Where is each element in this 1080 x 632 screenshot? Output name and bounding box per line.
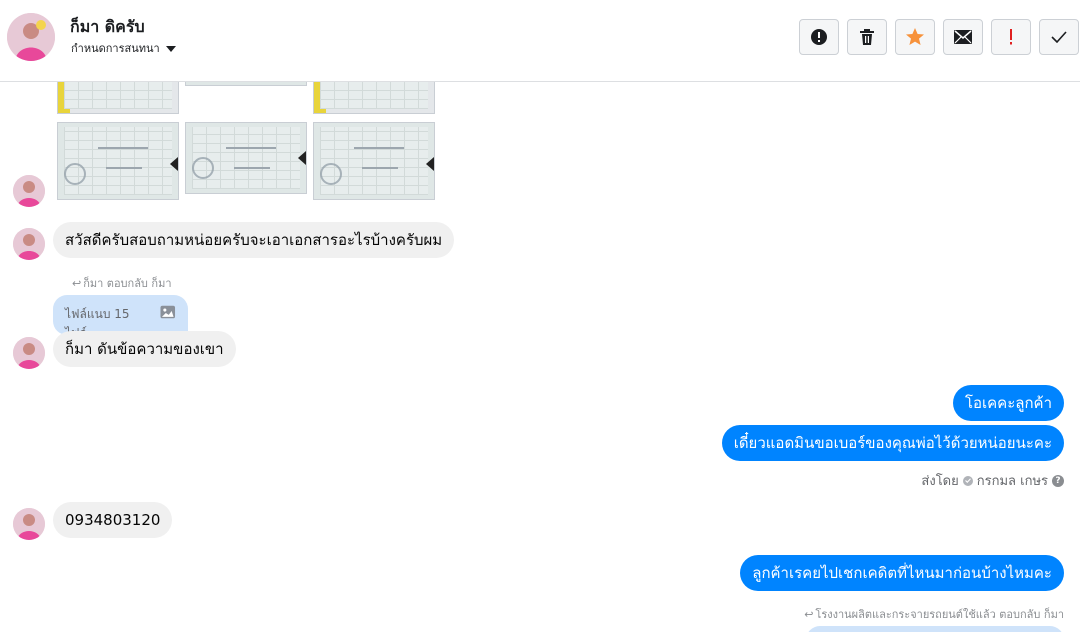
photo-attachment[interactable] [185, 82, 307, 86]
verified-icon [962, 475, 973, 486]
image-icon [160, 305, 176, 319]
reply-note: ↩ โรงงานผลิตและกระจายรถยนต์ใช้แล้ว ตอบกล… [804, 607, 1064, 622]
reply-icon: ↩ [804, 607, 814, 621]
outgoing-message[interactable]: โอเคคะลูกค้า [952, 385, 1064, 421]
header-toolbar [799, 19, 1079, 55]
sender-agent-name[interactable]: กรกมล เกษร [977, 470, 1048, 491]
sender-avatar [13, 508, 45, 540]
help-icon[interactable]: ? [1052, 474, 1064, 487]
incoming-message[interactable]: ก็มา ดันข้อความของเขา [53, 331, 236, 367]
photo-attachment[interactable] [57, 122, 179, 200]
trash-icon [860, 29, 874, 45]
reply-icon: ↩ [72, 276, 82, 290]
photo-attachment[interactable] [57, 82, 179, 114]
alert-circle-icon [811, 29, 827, 45]
photo-attachment[interactable] [313, 82, 435, 114]
sent-by-label: ส่งโดย กรกมล เกษร ? [921, 470, 1064, 491]
contact-avatar[interactable] [7, 13, 55, 61]
conversation-header: ก็มา ดิครับ กำหนดการสนทนา [0, 0, 1080, 82]
star-button[interactable] [895, 19, 935, 55]
assign-conversation-dropdown[interactable]: กำหนดการสนทนา [71, 39, 176, 57]
check-icon [1051, 31, 1067, 43]
sender-avatar [13, 337, 45, 369]
mark-unread-button[interactable] [943, 19, 983, 55]
contact-name: ก็มา ดิครับ [70, 17, 145, 36]
incoming-message[interactable]: สวัสดีครับสอบถามหน่อยครับจะเอาเอกสารอะไร… [53, 222, 455, 258]
incoming-message[interactable]: 0934803120 [53, 502, 173, 538]
inbox-conversation: ก็มา ดิครับ กำหนดการสนทนา สวัสดีครับสอบถ… [0, 0, 1080, 632]
star-icon [906, 28, 924, 45]
chevron-down-icon [165, 45, 176, 52]
reply-note: ↩ ก็มา ตอบกลับ ก็มา [72, 276, 172, 291]
photo-attachment[interactable] [313, 122, 435, 200]
exclamation-icon [1010, 29, 1012, 45]
outgoing-message[interactable]: ลูกค้าเรคยไปเชกเคดิตที่ไหนมาก่อนบ้างไหมค… [740, 555, 1064, 591]
envelope-icon [954, 30, 972, 44]
message-thread[interactable]: สวัสดีครับสอบถามหน่อยครับจะเอาเอกสารอะไร… [0, 82, 1080, 632]
sender-avatar [13, 175, 45, 207]
mark-done-button[interactable] [1039, 19, 1079, 55]
sender-avatar [13, 228, 45, 260]
assign-label: กำหนดการสนทนา [71, 42, 160, 55]
spam-button[interactable] [799, 19, 839, 55]
attachment-bubble[interactable]: ไฟล์แนบ 15 ไฟล์ [53, 295, 188, 340]
photo-attachment[interactable] [185, 122, 307, 194]
outgoing-message[interactable]: เดี๋ยวแอดมินขอเบอร์ของคุณพ่อไว้ด้วยหน่อย… [721, 425, 1064, 461]
delete-button[interactable] [847, 19, 887, 55]
reply-preview-bubble[interactable] [806, 626, 1064, 632]
follow-up-button[interactable] [991, 19, 1031, 55]
